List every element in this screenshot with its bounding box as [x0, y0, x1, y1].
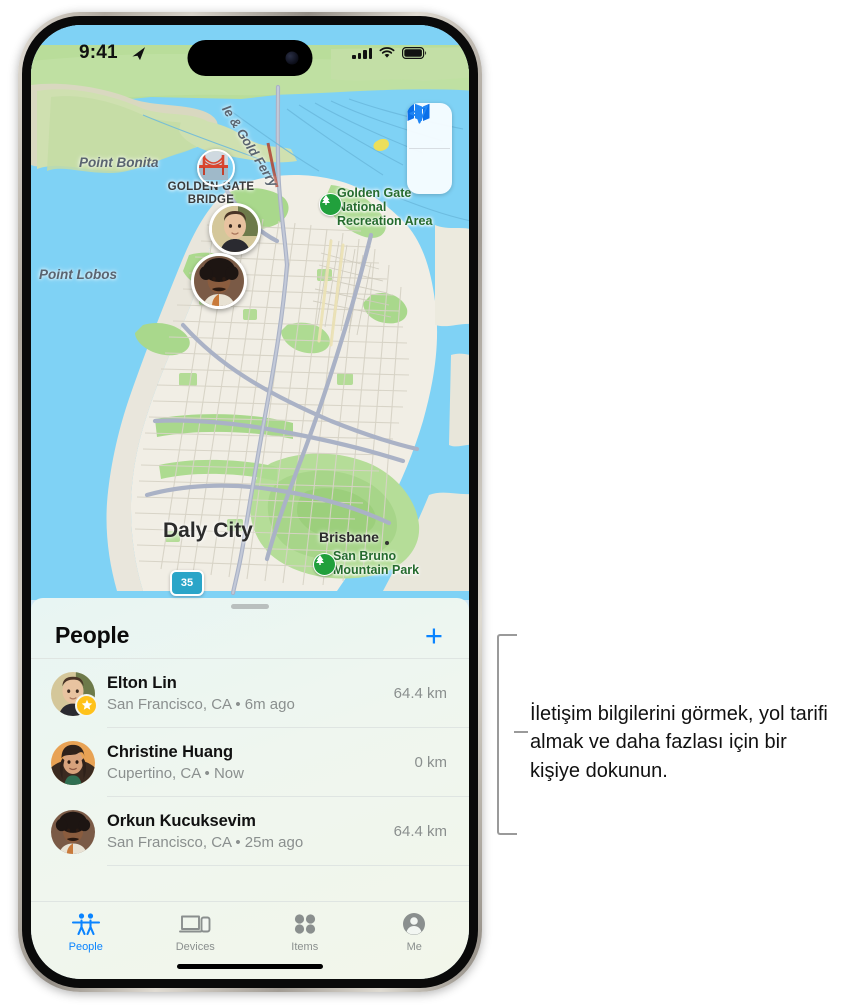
- status-indicators: [352, 47, 427, 59]
- map-canvas: [31, 25, 469, 600]
- battery-full-icon: [402, 47, 427, 59]
- devices-icon: [179, 910, 211, 938]
- callout-bracket-stub: [514, 731, 528, 733]
- location-arrow-icon: [132, 47, 146, 61]
- avatar: [51, 671, 98, 717]
- tab-people[interactable]: People: [31, 910, 141, 953]
- list-item[interactable]: Elton Lin San Francisco, CA • 6m ago 64.…: [31, 659, 469, 728]
- avatar-image: [51, 740, 95, 785]
- person-subtitle: San Francisco, CA • 25m ago: [107, 833, 304, 851]
- tab-label: Devices: [175, 941, 215, 953]
- wifi-icon: [379, 47, 395, 58]
- list-item-text: Christine Huang Cupertino, CA • Now: [107, 742, 406, 783]
- avatar-photo: [212, 206, 258, 252]
- tab-devices[interactable]: Devices: [141, 910, 251, 953]
- status-bar: 9:41: [31, 25, 469, 83]
- page-title: People: [55, 621, 130, 648]
- favorite-star-badge: [75, 693, 98, 717]
- people-sheet: People + Elton Lin San Francisco, CA • 6…: [31, 598, 469, 979]
- san-bruno-park-pin[interactable]: [313, 553, 336, 576]
- highway-35-shield: 35: [170, 570, 204, 596]
- add-person-button[interactable]: +: [423, 620, 445, 651]
- device-bezel: Point Bonita Point Lobos le & Gold Ferry…: [22, 16, 478, 988]
- callout-text: İletişim bilgilerini görmek, yol tarifi …: [530, 703, 828, 782]
- cellular-bars-icon: [352, 47, 372, 59]
- map-view[interactable]: Point Bonita Point Lobos le & Gold Ferry…: [31, 25, 469, 600]
- golden-gate-bridge-pin[interactable]: [197, 149, 235, 187]
- avatar-photo: [51, 740, 95, 785]
- person-distance: 64.4 km: [393, 685, 447, 702]
- navigation-arrow-icon: [409, 104, 429, 124]
- brisbane-dot: [385, 541, 389, 545]
- status-time: 9:41: [79, 42, 118, 63]
- person-subtitle: Cupertino, CA • Now: [107, 764, 244, 782]
- list-item-text: Elton Lin San Francisco, CA • 6m ago: [107, 673, 386, 714]
- tab-label: Items: [291, 941, 319, 953]
- people-list: Elton Lin San Francisco, CA • 6m ago 64.…: [31, 659, 469, 866]
- person-name: Elton Lin: [107, 673, 177, 692]
- people-icon: [71, 910, 101, 938]
- home-indicator[interactable]: [177, 964, 323, 969]
- row-separator: [107, 865, 469, 866]
- star-icon: [81, 699, 92, 710]
- items-grid-icon: [292, 910, 318, 938]
- tree-icon: [322, 195, 330, 205]
- person-subtitle: San Francisco, CA • 6m ago: [107, 695, 295, 713]
- map-pin-person-elton[interactable]: [209, 203, 261, 255]
- iphone-device-frame: Point Bonita Point Lobos le & Gold Ferry…: [18, 12, 482, 992]
- sheet-grabber[interactable]: [231, 604, 269, 609]
- person-circle-icon: [402, 910, 426, 938]
- front-camera: [285, 51, 299, 65]
- list-item[interactable]: Christine Huang Cupertino, CA • Now 0 km: [31, 728, 469, 797]
- tree-icon: [316, 555, 324, 565]
- map-controls-group[interactable]: [407, 103, 452, 194]
- dynamic-island: [187, 40, 313, 76]
- tab-items[interactable]: Items: [250, 910, 360, 953]
- tab-label: Me: [406, 941, 422, 953]
- bridge-icon: [199, 151, 228, 180]
- list-item-text: Orkun Kucuksevim San Francisco, CA • 25m…: [107, 811, 386, 852]
- list-item[interactable]: Orkun Kucuksevim San Francisco, CA • 25m…: [31, 797, 469, 866]
- locate-me-button[interactable]: [407, 104, 452, 194]
- map-pin-person-orkun[interactable]: [191, 253, 247, 309]
- avatar-photo: [194, 256, 244, 306]
- person-name: Orkun Kucuksevim: [107, 811, 256, 830]
- device-screen: Point Bonita Point Lobos le & Gold Ferry…: [31, 25, 469, 979]
- callout-bracket: [497, 634, 517, 835]
- ggnra-park-pin[interactable]: [319, 193, 342, 216]
- avatar: [51, 809, 95, 854]
- avatar: [51, 740, 95, 785]
- person-distance: 0 km: [414, 754, 447, 771]
- person-distance: 64.4 km: [393, 823, 447, 840]
- tab-me[interactable]: Me: [360, 910, 470, 953]
- avatar-image: [51, 809, 95, 854]
- tab-label: People: [68, 941, 103, 953]
- sheet-header: People +: [31, 612, 469, 658]
- avatar-photo: [51, 809, 95, 854]
- person-name: Christine Huang: [107, 742, 233, 761]
